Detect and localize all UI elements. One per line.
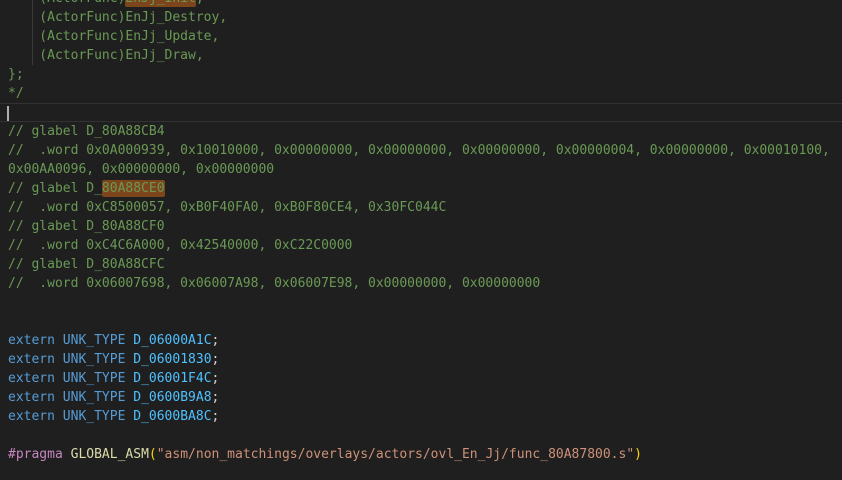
code-token: GLOBAL_ASM [71,447,149,462]
code-token: UNK_TYPE [63,409,126,424]
code-token: ( [149,447,157,462]
code-token: (ActorFunc)EnJj_Update, [8,29,219,44]
code-token: extern [8,409,63,424]
code-line[interactable]: extern UNK_TYPE D_06000A1C; [0,331,842,350]
code-token: // glabel D_80A88CFC [8,257,165,272]
code-token: // glabel D_80A88CF0 [8,219,165,234]
code-line[interactable] [0,293,842,312]
code-line[interactable]: 0x00AA0096, 0x00000000, 0x00000000 [0,160,842,179]
code-line[interactable]: #pragma GLOBAL_ASM("asm/non_matchings/ov… [0,445,842,464]
code-token: 0x00AA0096, 0x00000000, 0x00000000 [8,162,274,177]
code-token: (ActorFunc) [8,0,125,6]
code-token: // .word 0x06007698, 0x06007A98, 0x06007… [8,276,540,291]
code-line[interactable]: extern UNK_TYPE D_0600B9A8; [0,388,842,407]
code-token: ; [212,371,220,386]
code-line[interactable] [0,103,842,122]
code-line[interactable]: */ [0,84,842,103]
code-token: extern [8,390,63,405]
code-token: D_0600BA8C [133,409,211,424]
code-token: D_06001F4C [133,371,211,386]
code-line[interactable]: (ActorFunc)EnJj_Update, [0,27,842,46]
code-token: D_06000A1C [133,333,211,348]
code-token: // glabel D_ [8,181,102,196]
code-editor[interactable]: (ActorFunc)EnJj_Init, (ActorFunc)EnJj_De… [0,0,842,480]
code-token: UNK_TYPE [63,371,126,386]
code-token: ; [212,390,220,405]
search-match-highlight: EnJj_Init [125,0,195,7]
code-token: D_0600B9A8 [133,390,211,405]
code-line[interactable] [0,426,842,445]
code-line[interactable]: extern UNK_TYPE D_0600BA8C; [0,407,842,426]
code-token: UNK_TYPE [63,352,126,367]
code-line[interactable]: extern UNK_TYPE D_06001830; [0,350,842,369]
code-line[interactable]: // .word 0x0A000939, 0x10010000, 0x00000… [0,141,842,160]
code-line[interactable]: (ActorFunc)EnJj_Draw, [0,46,842,65]
code-token: // .word 0xC4C6A000, 0x42540000, 0xC22C0… [8,238,352,253]
code-token: UNK_TYPE [63,390,126,405]
code-line[interactable]: (ActorFunc)EnJj_Init, [0,0,842,8]
code-line[interactable]: // glabel D_80A88CB4 [0,122,842,141]
code-token: extern [8,371,63,386]
code-token: "asm/non_matchings/overlays/actors/ovl_E… [157,447,634,462]
code-token: (ActorFunc)EnJj_Draw, [8,48,204,63]
code-lines: (ActorFunc)EnJj_Init, (ActorFunc)EnJj_De… [0,0,842,464]
search-match-highlight: 80A88CE0 [102,180,165,197]
code-line[interactable]: // glabel D_80A88CFC [0,255,842,274]
code-token: extern [8,333,63,348]
code-token: // .word 0xC8500057, 0xB0F40FA0, 0xB0F80… [8,200,446,215]
code-line[interactable]: }; [0,65,842,84]
code-token: // glabel D_80A88CB4 [8,124,165,139]
code-token: ) [634,447,642,462]
code-token: UNK_TYPE [63,333,126,348]
code-token: // .word 0x0A000939, 0x10010000, 0x00000… [8,143,830,158]
code-token: }; [8,67,24,82]
code-line[interactable]: // .word 0xC8500057, 0xB0F40FA0, 0xB0F80… [0,198,842,217]
code-line[interactable]: (ActorFunc)EnJj_Destroy, [0,8,842,27]
code-token: #pragma [8,447,71,462]
code-line[interactable]: // .word 0x06007698, 0x06007A98, 0x06007… [0,274,842,293]
code-token: ; [212,352,220,367]
code-line[interactable] [0,312,842,331]
code-token: , [196,0,204,6]
code-token: ; [212,333,220,348]
code-token: extern [8,352,63,367]
code-token: D_06001830 [133,352,211,367]
code-line[interactable]: // glabel D_80A88CF0 [0,217,842,236]
code-line[interactable]: // glabel D_80A88CE0 [0,179,842,198]
code-token: (ActorFunc)EnJj_Destroy, [8,10,227,25]
code-line[interactable]: // .word 0xC4C6A000, 0x42540000, 0xC22C0… [0,236,842,255]
code-line[interactable]: extern UNK_TYPE D_06001F4C; [0,369,842,388]
code-token: ; [212,409,220,424]
code-token: */ [8,86,24,101]
